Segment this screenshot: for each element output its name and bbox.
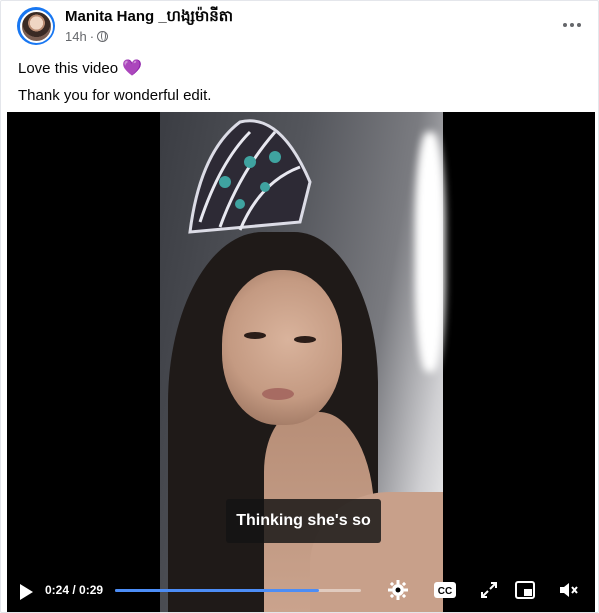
- post-header: Manita Hang _ហង្សម៉ានីតា 14h ·: [17, 7, 587, 47]
- post-meta: 14h ·: [65, 29, 109, 44]
- caption-line-1: Love this video 💜: [18, 60, 143, 77]
- meta-separator: ·: [89, 29, 95, 44]
- avatar-photo: [19, 9, 53, 43]
- post-caption: Love this video 💜 Thank you for wonderfu…: [18, 55, 211, 109]
- purple-heart-emoji: 💜: [122, 60, 143, 77]
- progress-fill: [115, 589, 320, 592]
- fullscreen-icon[interactable]: [478, 579, 500, 601]
- more-options-button[interactable]: [557, 15, 587, 35]
- play-icon[interactable]: [20, 584, 33, 600]
- face: [222, 270, 342, 425]
- closed-captions-icon[interactable]: CC: [434, 579, 456, 601]
- progress-bar[interactable]: [115, 589, 361, 592]
- video-subtitle: Thinking she's so: [226, 499, 381, 543]
- caption-line-2: Thank you for wonderful edit.: [18, 87, 212, 104]
- crown: [188, 119, 312, 234]
- facebook-post: Manita Hang _ហង្សម៉ានីតា 14h · Love this…: [0, 0, 599, 613]
- volume-icon[interactable]: [557, 579, 579, 601]
- avatar[interactable]: [17, 7, 55, 45]
- settings-gear-icon[interactable]: [387, 579, 409, 601]
- video-player[interactable]: Thinking she's so 0:24 / 0:29 CC: [7, 112, 595, 612]
- svg-text:CC: CC: [438, 586, 452, 597]
- more-options-icon: [563, 23, 567, 27]
- globe-icon: [97, 31, 109, 42]
- post-timestamp[interactable]: 14h: [65, 29, 87, 44]
- author-name[interactable]: Manita Hang _ហង្សម៉ានីតា: [65, 7, 233, 29]
- picture-in-picture-icon[interactable]: [514, 579, 536, 601]
- time-display: 0:24 / 0:29: [45, 583, 104, 597]
- video-controls: 0:24 / 0:29 CC: [7, 572, 595, 612]
